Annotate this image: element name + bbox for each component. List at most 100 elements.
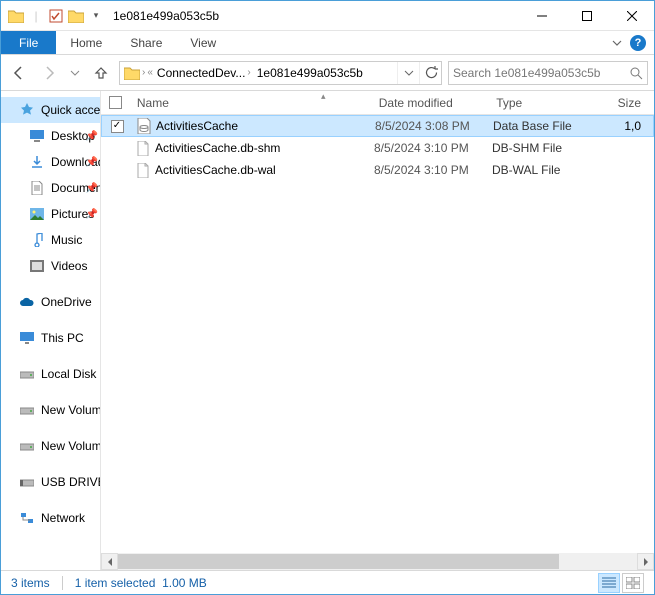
qat-dropdown-icon[interactable]: ▾ bbox=[87, 5, 105, 27]
tab-view[interactable]: View bbox=[176, 31, 230, 54]
maximize-button[interactable] bbox=[564, 1, 609, 31]
folder-icon bbox=[67, 5, 85, 27]
window-title: 1e081e499a053c5b bbox=[113, 9, 219, 23]
column-header-type[interactable]: Type bbox=[490, 96, 611, 110]
forward-button[interactable] bbox=[37, 61, 61, 85]
navigation-pane: Quick access Desktop 📌 Downloads 📌 Docum… bbox=[1, 91, 101, 570]
details-view-button[interactable] bbox=[598, 573, 620, 593]
file-row[interactable]: ActivitiesCache 8/5/2024 3:08 PM Data Ba… bbox=[101, 115, 654, 137]
sidebar-item-onedrive[interactable]: OneDrive bbox=[1, 289, 100, 315]
search-placeholder: Search 1e081e499a053c5b bbox=[453, 66, 629, 80]
file-type: DB-SHM File bbox=[492, 141, 614, 155]
minimize-button[interactable] bbox=[519, 1, 564, 31]
recent-locations-button[interactable] bbox=[67, 61, 83, 85]
breadcrumb-item[interactable]: 1e081e499a053c5b bbox=[255, 66, 365, 80]
pin-icon: 📌 bbox=[86, 209, 98, 220]
file-icon bbox=[135, 140, 151, 156]
sidebar-item-label: This PC bbox=[41, 331, 84, 345]
file-row[interactable]: ActivitiesCache.db-wal 8/5/2024 3:10 PM … bbox=[101, 159, 654, 181]
sidebar-item-downloads[interactable]: Downloads 📌 bbox=[1, 149, 100, 175]
drive-icon bbox=[19, 366, 35, 382]
breadcrumb-label: 1e081e499a053c5b bbox=[257, 66, 363, 80]
ribbon-tabs: File Home Share View ? bbox=[1, 31, 654, 55]
refresh-button[interactable] bbox=[419, 62, 441, 84]
tab-home[interactable]: Home bbox=[56, 31, 116, 54]
sidebar-item-quick-access[interactable]: Quick access bbox=[1, 97, 100, 123]
scrollbar-thumb[interactable] bbox=[118, 554, 559, 569]
breadcrumb-item[interactable]: ConnectedDev... › bbox=[155, 66, 253, 80]
status-bar: 3 items 1 item selected 1.00 MB bbox=[1, 570, 654, 594]
file-size: 1,0 bbox=[615, 119, 653, 133]
search-input[interactable]: Search 1e081e499a053c5b bbox=[448, 61, 648, 85]
sidebar-item-label: New Volume bbox=[41, 439, 100, 453]
title-bar: | ▾ 1e081e499a053c5b bbox=[1, 1, 654, 31]
sidebar-item-drive[interactable]: New Volume bbox=[1, 433, 100, 459]
usb-drive-icon bbox=[19, 474, 35, 490]
column-headers: Name ▴ Date modified Type Size bbox=[101, 91, 654, 115]
pin-icon: 📌 bbox=[86, 183, 98, 194]
help-icon[interactable]: ? bbox=[630, 35, 646, 51]
column-header-date[interactable]: Date modified bbox=[373, 96, 490, 110]
file-type: Data Base File bbox=[493, 119, 615, 133]
file-name: ActivitiesCache.db-shm bbox=[155, 141, 280, 155]
up-button[interactable] bbox=[89, 61, 113, 85]
tab-share[interactable]: Share bbox=[116, 31, 176, 54]
sidebar-item-drive[interactable]: New Volume bbox=[1, 397, 100, 423]
scroll-left-button[interactable] bbox=[101, 553, 118, 570]
sidebar-item-this-pc[interactable]: This PC bbox=[1, 325, 100, 351]
file-type: DB-WAL File bbox=[492, 163, 614, 177]
thumbnails-view-button[interactable] bbox=[622, 573, 644, 593]
horizontal-scrollbar[interactable] bbox=[101, 553, 654, 570]
address-bar[interactable]: › « ConnectedDev... › 1e081e499a053c5b bbox=[119, 61, 442, 85]
row-checkbox[interactable] bbox=[102, 120, 132, 133]
star-icon bbox=[19, 102, 35, 118]
address-dropdown-button[interactable] bbox=[397, 62, 419, 84]
sidebar-item-label: USB DRIVE bbox=[41, 475, 100, 489]
file-list[interactable]: ActivitiesCache 8/5/2024 3:08 PM Data Ba… bbox=[101, 115, 654, 553]
ribbon-expand-icon[interactable] bbox=[612, 38, 622, 48]
network-icon bbox=[19, 510, 35, 526]
sort-indicator-icon: ▴ bbox=[321, 91, 326, 102]
column-header-name[interactable]: Name bbox=[131, 96, 373, 110]
file-name: ActivitiesCache bbox=[156, 119, 238, 133]
quick-access-toolbar: | ▾ bbox=[7, 5, 105, 27]
status-item-count: 3 items bbox=[11, 576, 50, 590]
sidebar-item-label: OneDrive bbox=[41, 295, 92, 309]
close-button[interactable] bbox=[609, 1, 654, 31]
pc-icon bbox=[19, 330, 35, 346]
sidebar-item-videos[interactable]: Videos bbox=[1, 253, 100, 279]
sidebar-item-documents[interactable]: Documents 📌 bbox=[1, 175, 100, 201]
column-header-size[interactable]: Size bbox=[612, 96, 654, 110]
scroll-right-button[interactable] bbox=[637, 553, 654, 570]
sidebar-item-label: Quick access bbox=[41, 103, 100, 117]
sidebar-item-label: New Volume bbox=[41, 403, 100, 417]
back-button[interactable] bbox=[7, 61, 31, 85]
database-file-icon bbox=[136, 118, 152, 134]
sidebar-item-drive[interactable]: Local Disk bbox=[1, 361, 100, 387]
search-icon bbox=[629, 66, 643, 80]
chevron-right-icon[interactable]: › bbox=[142, 67, 145, 78]
pictures-icon bbox=[29, 206, 45, 222]
scrollbar-track[interactable] bbox=[118, 553, 637, 570]
sidebar-item-network[interactable]: Network bbox=[1, 505, 100, 531]
file-date: 8/5/2024 3:10 PM bbox=[374, 163, 492, 177]
status-selection: 1 item selected 1.00 MB bbox=[75, 576, 207, 590]
sidebar-item-pictures[interactable]: Pictures 📌 bbox=[1, 201, 100, 227]
sidebar-item-label: Network bbox=[41, 511, 85, 525]
documents-icon bbox=[29, 180, 45, 196]
navigation-bar: › « ConnectedDev... › 1e081e499a053c5b S… bbox=[1, 55, 654, 91]
file-row[interactable]: ActivitiesCache.db-shm 8/5/2024 3:10 PM … bbox=[101, 137, 654, 159]
sidebar-item-label: Videos bbox=[51, 259, 87, 273]
pin-icon: 📌 bbox=[86, 131, 98, 142]
chevron-right-icon[interactable]: › bbox=[247, 67, 250, 78]
properties-icon[interactable] bbox=[47, 5, 65, 27]
videos-icon bbox=[29, 258, 45, 274]
sidebar-item-drive[interactable]: USB DRIVE bbox=[1, 469, 100, 495]
sidebar-item-label: Local Disk bbox=[41, 367, 96, 381]
history-overflow-icon[interactable]: « bbox=[147, 67, 153, 78]
sidebar-item-music[interactable]: Music bbox=[1, 227, 100, 253]
onedrive-icon bbox=[19, 294, 35, 310]
file-tab[interactable]: File bbox=[1, 31, 56, 54]
select-all-checkbox[interactable] bbox=[101, 96, 131, 109]
sidebar-item-desktop[interactable]: Desktop 📌 bbox=[1, 123, 100, 149]
